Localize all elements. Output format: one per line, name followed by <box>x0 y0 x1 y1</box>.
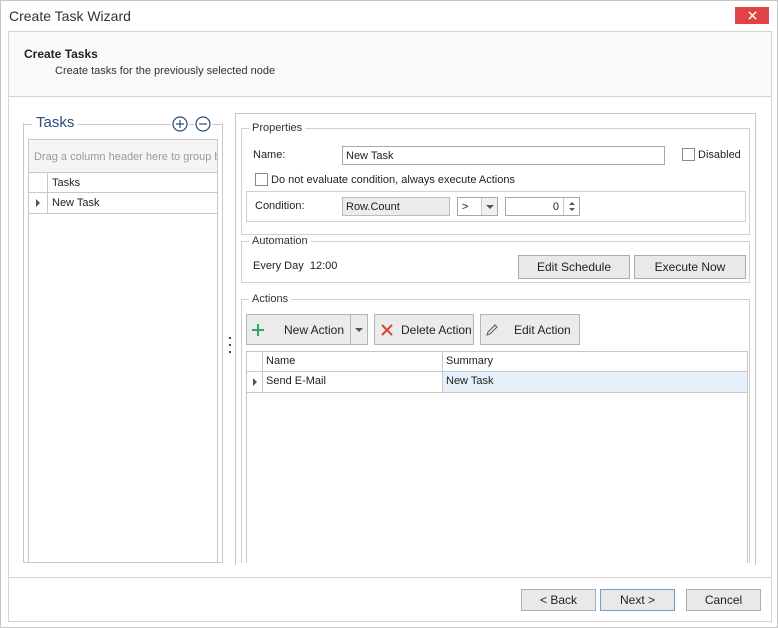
tasks-grid: Drag a column header here to group by th… <box>28 139 218 563</box>
condition-label: Condition: <box>255 200 305 212</box>
window-title: Create Task Wizard <box>9 8 131 24</box>
minus-circle-icon <box>195 116 211 132</box>
plus-icon <box>252 323 264 336</box>
task-cell[interactable]: New Task <box>52 197 99 209</box>
disabled-label: Disabled <box>698 149 741 161</box>
row-indicator-header <box>29 173 48 192</box>
actions-grid-header: Name Summary <box>247 352 747 372</box>
column-header-summary[interactable]: Summary <box>443 352 747 371</box>
condition-value-stepper[interactable]: 0 <box>505 197 580 216</box>
tasks-title: Tasks <box>32 114 79 131</box>
name-field[interactable]: New Task <box>342 146 665 165</box>
action-name-cell[interactable]: Send E-Mail <box>263 372 443 392</box>
new-action-button[interactable]: New Action <box>246 314 368 345</box>
tasks-grid-header: Tasks <box>29 173 217 193</box>
chevron-down-icon[interactable] <box>481 198 497 215</box>
operator-value: > <box>462 201 469 213</box>
delete-action-label: Delete Action <box>401 322 472 337</box>
title-bar: Create Task Wizard <box>1 1 777 31</box>
page-title: Create Tasks <box>24 47 98 61</box>
no-evaluate-checkbox[interactable] <box>255 173 268 186</box>
delete-x-icon <box>381 323 393 336</box>
condition-value: 0 <box>552 201 559 213</box>
new-action-label: New Action <box>284 322 345 337</box>
spin-buttons[interactable] <box>563 198 579 215</box>
page-subtitle: Create tasks for the previously selected… <box>55 65 276 77</box>
edit-action-button[interactable]: Edit Action <box>480 314 580 345</box>
spin-up-icon[interactable] <box>568 202 575 205</box>
splitter-handle[interactable] <box>228 337 232 353</box>
properties-group-label: Properties <box>249 122 306 134</box>
edit-action-label: Edit Action <box>514 322 571 337</box>
actions-group-label: Actions <box>249 293 292 305</box>
row-indicator-header <box>247 352 263 371</box>
cancel-button[interactable]: Cancel <box>686 589 761 611</box>
add-task-button[interactable] <box>171 115 189 133</box>
row-indicator <box>29 193 48 213</box>
row-pointer-icon <box>252 378 257 386</box>
close-button[interactable] <box>735 7 769 24</box>
column-header-tasks[interactable]: Tasks <box>52 177 80 189</box>
name-label: Name: <box>253 149 286 161</box>
table-row[interactable]: Send E-Mail New Task <box>247 372 747 393</box>
spin-down-icon[interactable] <box>568 208 575 211</box>
close-icon <box>747 11 757 20</box>
table-row[interactable]: New Task <box>29 193 217 214</box>
action-summary-cell[interactable]: New Task <box>443 372 747 392</box>
execute-now-button[interactable]: Execute Now <box>634 255 746 279</box>
schedule-text: Every Day 12:00 <box>253 260 338 272</box>
remove-task-button[interactable] <box>194 115 212 133</box>
row-pointer-icon <box>36 199 40 207</box>
no-evaluate-label: Do not evaluate condition, always execut… <box>271 174 515 186</box>
operator-select[interactable]: > <box>457 197 498 216</box>
column-header-name[interactable]: Name <box>263 352 443 371</box>
edit-schedule-button[interactable]: Edit Schedule <box>518 255 630 279</box>
row-indicator <box>247 372 263 392</box>
delete-action-button[interactable]: Delete Action <box>374 314 474 345</box>
new-action-dropdown[interactable] <box>350 315 367 344</box>
wizard-header: Create Tasks Create tasks for the previo… <box>8 31 772 97</box>
condition-field[interactable]: Row.Count <box>342 197 450 216</box>
disabled-checkbox[interactable] <box>682 148 695 161</box>
automation-group-label: Automation <box>249 235 311 247</box>
next-button[interactable]: Next > <box>600 589 675 611</box>
actions-grid: Name Summary Send E-Mail New Task <box>246 351 748 563</box>
back-button[interactable]: < Back <box>521 589 596 611</box>
group-by-panel[interactable]: Drag a column header here to group by th… <box>29 140 217 173</box>
wizard-window: Create Task Wizard Create Tasks Create t… <box>0 0 778 628</box>
chevron-down-icon <box>355 327 363 332</box>
plus-circle-icon <box>172 116 188 132</box>
pencil-icon <box>486 323 498 336</box>
